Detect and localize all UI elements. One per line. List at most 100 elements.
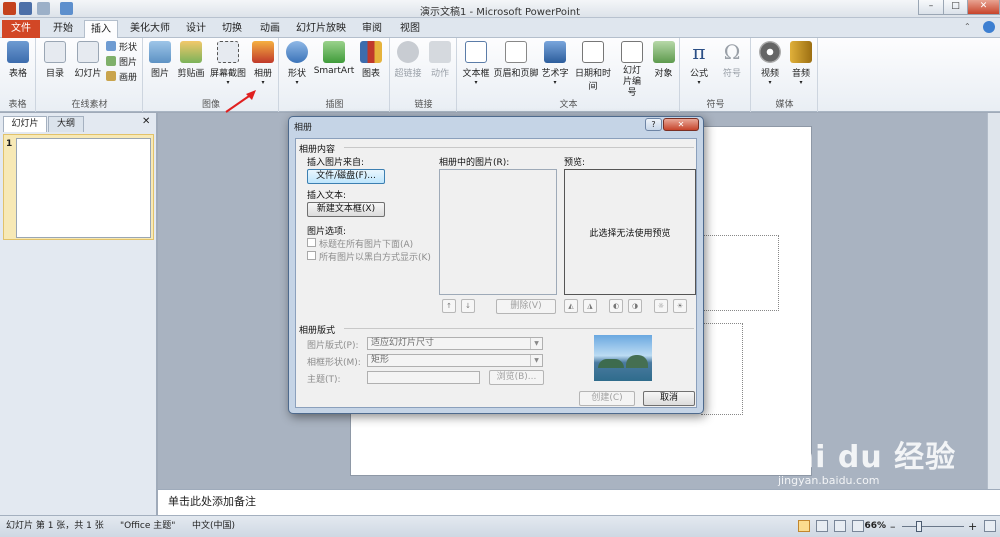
remove-button[interactable]: 删除(V) <box>496 299 556 314</box>
move-up-button[interactable]: ↑ <box>442 299 456 313</box>
tab-design[interactable]: 设计 <box>180 20 212 38</box>
photo-album-button[interactable]: 相册 ▾ <box>249 41 277 86</box>
baidu-watermark-url: jingyan.baidu.com <box>778 474 880 487</box>
textbox-button[interactable]: 文本框 ▾ <box>460 41 492 86</box>
omega-icon: Ω <box>723 40 741 64</box>
smartart-button[interactable]: SmartArt <box>313 41 355 76</box>
caption-below-label: 标题在所有图片下面(A) <box>319 240 414 250</box>
picture-button[interactable]: 图片 <box>146 41 174 79</box>
pictures-listbox[interactable] <box>439 169 557 295</box>
chart-button[interactable]: 图表 <box>356 41 386 79</box>
zoom-in-button[interactable]: + <box>968 516 977 537</box>
browse-button[interactable]: 浏览(B)... <box>489 370 544 385</box>
contrast-up-button[interactable]: ◐ <box>609 299 623 313</box>
toc-button[interactable]: 目录 <box>40 41 70 79</box>
maximize-button[interactable]: □ <box>943 0 968 15</box>
minimize-ribbon-icon[interactable]: ⌃ <box>964 22 974 32</box>
chevron-down-icon: ▾ <box>799 79 803 86</box>
frame-shape-select[interactable]: 矩形 ▼ <box>367 354 543 367</box>
create-button[interactable]: 创建(C) <box>579 391 635 406</box>
screenshot-icon <box>217 41 239 63</box>
layout-preview-image <box>594 335 652 381</box>
slide-thumbnail[interactable] <box>16 138 151 238</box>
tab-slides[interactable]: 幻灯片 <box>3 116 47 132</box>
chevron-down-icon: ▼ <box>530 355 542 366</box>
online-shapes-button[interactable]: 形状 <box>106 41 137 54</box>
tab-home[interactable]: 开始 <box>45 20 81 38</box>
zoom-slider[interactable] <box>902 526 964 527</box>
notes-pane[interactable]: 单击此处添加备注 <box>158 489 1000 515</box>
help-icon[interactable] <box>983 21 995 33</box>
language[interactable]: 中文(中国) <box>192 516 235 537</box>
tab-file[interactable]: 文件 <box>2 20 40 38</box>
group-table: 表格 表格 <box>0 38 36 112</box>
rotate-right-button[interactable]: ◮ <box>583 299 597 313</box>
title-placeholder[interactable] <box>701 235 779 311</box>
tab-beautify[interactable]: 美化大师 <box>122 20 178 38</box>
minimize-button[interactable]: – <box>918 0 944 15</box>
help-button[interactable]: ? <box>645 118 662 131</box>
wordart-button[interactable]: 艺术字 ▾ <box>540 41 570 86</box>
zoom-out-button[interactable]: – <box>890 516 896 537</box>
tab-animations[interactable]: 动画 <box>254 20 286 38</box>
table-button[interactable]: 表格 <box>4 41 32 79</box>
file-disk-button[interactable]: 文件/磁盘(F)... <box>307 169 385 184</box>
theme-name[interactable]: "Office 主题" <box>120 516 175 537</box>
cancel-button[interactable]: 取消 <box>643 391 695 406</box>
brightness-down-button[interactable]: ☀ <box>673 299 687 313</box>
caption-below-checkbox[interactable] <box>307 238 316 247</box>
slide-sorter-icon[interactable] <box>816 520 828 532</box>
tab-view[interactable]: 视图 <box>394 20 426 38</box>
fit-to-window-icon[interactable] <box>984 520 996 532</box>
object-button[interactable]: 对象 <box>649 41 678 79</box>
picture-layout-select[interactable]: 适应幻灯片尺寸 ▼ <box>367 337 543 350</box>
annotation-arrow-icon <box>225 90 256 113</box>
slide-number-button[interactable]: 幻灯片编号 <box>616 41 648 99</box>
rotate-left-button[interactable]: ◭ <box>564 299 578 313</box>
hyperlink-button[interactable]: 超链接 <box>393 41 423 79</box>
chevron-down-icon: ▾ <box>768 79 772 86</box>
dialog-close-button[interactable]: ✕ <box>663 118 699 131</box>
header-footer-button[interactable]: 页眉和页脚 <box>493 41 539 79</box>
baidu-watermark: Bai du 经验 <box>770 440 957 475</box>
reading-view-icon[interactable] <box>834 520 846 532</box>
close-pane-icon[interactable]: ✕ <box>142 116 150 127</box>
tab-review[interactable]: 审阅 <box>356 20 388 38</box>
black-white-label: 所有图片以黑白方式显示(K) <box>319 253 431 263</box>
brightness-up-button[interactable]: ☼ <box>654 299 668 313</box>
object-icon <box>652 41 675 63</box>
new-textbox-button[interactable]: 新建文本框(X) <box>307 202 385 217</box>
screenshot-button[interactable]: 屏幕截图 ▾ <box>208 41 248 86</box>
audio-button[interactable]: 音频 ▾ <box>786 41 816 86</box>
close-window-button[interactable]: ✕ <box>967 0 1000 15</box>
hyperlink-icon <box>397 41 419 63</box>
action-button[interactable]: 动作 <box>425 41 455 79</box>
online-pictures-button[interactable]: 图片 <box>106 56 137 69</box>
online-album-button[interactable]: 画册 <box>106 71 137 84</box>
equation-button[interactable]: π 公式 ▾ <box>684 41 714 86</box>
video-button[interactable]: 视频 ▾ <box>755 41 785 86</box>
tab-slideshow[interactable]: 幻灯片放映 <box>290 20 352 38</box>
tab-insert[interactable]: 插入 <box>84 20 118 39</box>
theme-input[interactable] <box>367 371 480 384</box>
normal-view-icon[interactable] <box>798 520 810 532</box>
subtitle-placeholder[interactable] <box>701 323 743 415</box>
slide-count: 幻灯片 第 1 张，共 1 张 <box>6 521 104 531</box>
move-down-button[interactable]: ↓ <box>461 299 475 313</box>
symbol-button[interactable]: Ω 符号 <box>717 41 747 79</box>
clipart-button[interactable]: 剪贴画 <box>175 41 207 79</box>
picture-options-label: 图片选项: <box>307 227 347 237</box>
vertical-scrollbar[interactable] <box>987 113 1000 489</box>
zoom-level[interactable]: 66% <box>860 516 886 537</box>
datetime-button[interactable]: 日期和时间 <box>571 41 615 92</box>
chevron-down-icon: ▼ <box>530 338 542 349</box>
group-illustrations: 形状 ▾ SmartArt 图表 插图 <box>280 38 390 112</box>
tab-transitions[interactable]: 切换 <box>216 20 248 38</box>
picture-icon <box>106 56 116 66</box>
tab-outline[interactable]: 大纲 <box>48 116 84 132</box>
black-white-checkbox[interactable] <box>307 251 316 260</box>
contrast-down-button[interactable]: ◑ <box>628 299 642 313</box>
slides-online-button[interactable]: 幻灯片 <box>71 41 105 79</box>
zoom-slider-thumb[interactable] <box>916 521 922 532</box>
shapes-button[interactable]: 形状 ▾ <box>282 41 312 86</box>
